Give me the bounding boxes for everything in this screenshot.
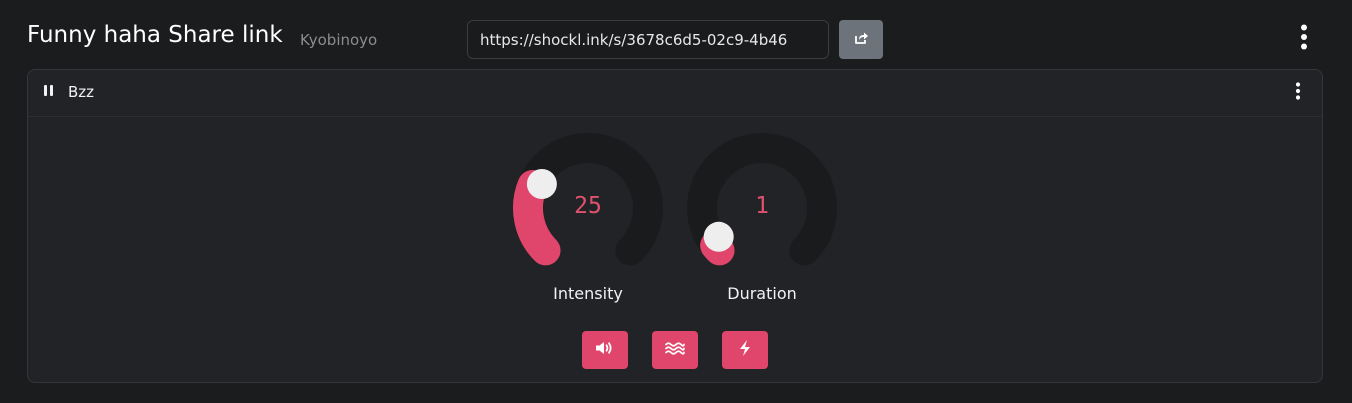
page-title: Funny haha Share link [27,22,283,48]
volume-icon [595,340,615,360]
page-menu-button[interactable] [1294,24,1314,54]
duration-handle [703,221,734,252]
duration-value: 1 [755,193,769,219]
shock-button[interactable] [722,331,768,369]
kebab-menu-icon [1300,24,1308,54]
share-url-field[interactable] [467,20,829,59]
duration-label: Duration [727,284,797,303]
share-link-page: Funny haha Share link Kyobinoyo Bzz [0,0,1352,403]
intensity-knob[interactable]: 25 [513,133,663,283]
shocker-menu-button[interactable] [1290,81,1306,105]
shocker-card-header: Bzz [28,70,1322,117]
pause-icon[interactable] [44,85,56,99]
sound-button[interactable] [582,331,628,369]
shocker-name: Bzz [68,83,95,101]
owner-name: Kyobinoyo [300,31,378,49]
share-button[interactable] [839,20,883,59]
share-icon [853,30,869,50]
intensity-label: Intensity [553,284,623,303]
lightning-bolt-icon [738,339,752,361]
vibration-waves-icon [665,340,685,360]
kebab-menu-icon [1295,82,1301,104]
vibrate-button[interactable] [652,331,698,369]
intensity-value: 25 [574,193,602,219]
duration-knob[interactable]: 1 [687,133,837,283]
